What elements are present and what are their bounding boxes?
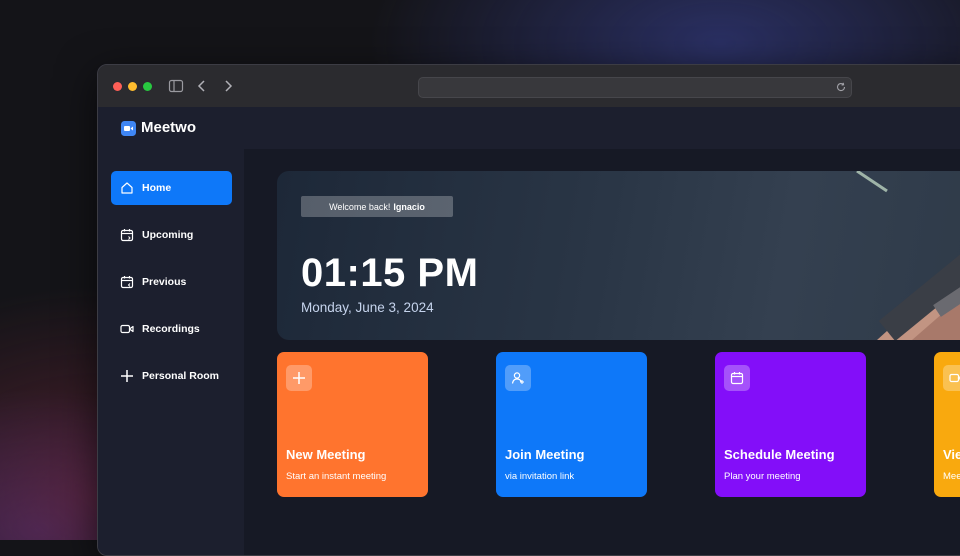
hero-banner: Welcome back! Ignacio 01:15 PM Monday, J… xyxy=(277,171,960,340)
sidebar-item-home[interactable]: Home xyxy=(111,171,232,205)
sidebar-item-label: Previous xyxy=(142,276,186,288)
address-bar[interactable] xyxy=(418,77,852,98)
card-subtitle: Plan your meeting xyxy=(724,471,801,482)
new-meeting-card[interactable]: New Meeting Start an instant meeting xyxy=(277,352,428,497)
welcome-text: Welcome back! xyxy=(329,202,390,212)
card-title: Join Meeting xyxy=(505,447,584,462)
close-window-button[interactable] xyxy=(113,82,122,91)
calendar-previous-icon xyxy=(120,275,134,289)
current-time: 01:15 PM xyxy=(301,251,478,296)
sidebar-item-previous[interactable]: Previous xyxy=(111,265,232,299)
schedule-meeting-card[interactable]: Schedule Meeting Plan your meeting xyxy=(715,352,866,497)
view-recordings-card[interactable]: View Recordings Meeting recordings xyxy=(934,352,960,497)
browser-window: Meetwo Home Upcoming xyxy=(97,64,960,556)
card-title: New Meeting xyxy=(286,447,365,462)
sidebar-item-label: Recordings xyxy=(142,323,200,335)
calendar-icon xyxy=(724,365,750,391)
forward-icon[interactable] xyxy=(220,78,236,94)
calendar-upcoming-icon xyxy=(120,228,134,242)
maximize-window-button[interactable] xyxy=(143,82,152,91)
user-name: Ignacio xyxy=(393,202,425,212)
back-icon[interactable] xyxy=(194,78,210,94)
video-icon xyxy=(120,322,134,336)
video-icon xyxy=(943,365,960,391)
user-add-icon xyxy=(505,365,531,391)
sidebar: Home Upcoming Previous xyxy=(98,149,244,555)
card-title: Schedule Meeting xyxy=(724,447,835,462)
plus-icon xyxy=(286,365,312,391)
current-date: Monday, June 3, 2024 xyxy=(301,300,434,315)
sidebar-toggle-icon[interactable] xyxy=(168,78,184,94)
sidebar-item-label: Upcoming xyxy=(142,229,193,241)
sidebar-item-recordings[interactable]: Recordings xyxy=(111,312,232,346)
reload-icon[interactable] xyxy=(835,81,847,93)
sidebar-item-label: Personal Room xyxy=(142,370,219,382)
minimize-window-button[interactable] xyxy=(128,82,137,91)
join-meeting-card[interactable]: Join Meeting via invitation link xyxy=(496,352,647,497)
sidebar-item-upcoming[interactable]: Upcoming xyxy=(111,218,232,252)
browser-titlebar xyxy=(98,65,960,108)
app-header: Meetwo xyxy=(98,107,960,149)
card-title: View Recordings xyxy=(943,447,960,462)
card-subtitle: Start an instant meeting xyxy=(286,471,386,482)
sidebar-item-label: Home xyxy=(142,182,171,194)
sidebar-item-personal-room[interactable]: Personal Room xyxy=(111,359,232,393)
hero-background-image xyxy=(817,171,960,340)
app-logo-text[interactable]: Meetwo xyxy=(141,119,196,136)
welcome-badge: Welcome back! Ignacio xyxy=(301,196,453,217)
main-content: Welcome back! Ignacio 01:15 PM Monday, J… xyxy=(244,149,960,555)
card-subtitle: Meeting recordings xyxy=(943,471,960,482)
logo-camera-icon xyxy=(121,121,136,136)
plus-icon xyxy=(120,369,134,383)
home-icon xyxy=(120,181,134,195)
card-subtitle: via invitation link xyxy=(505,471,574,482)
